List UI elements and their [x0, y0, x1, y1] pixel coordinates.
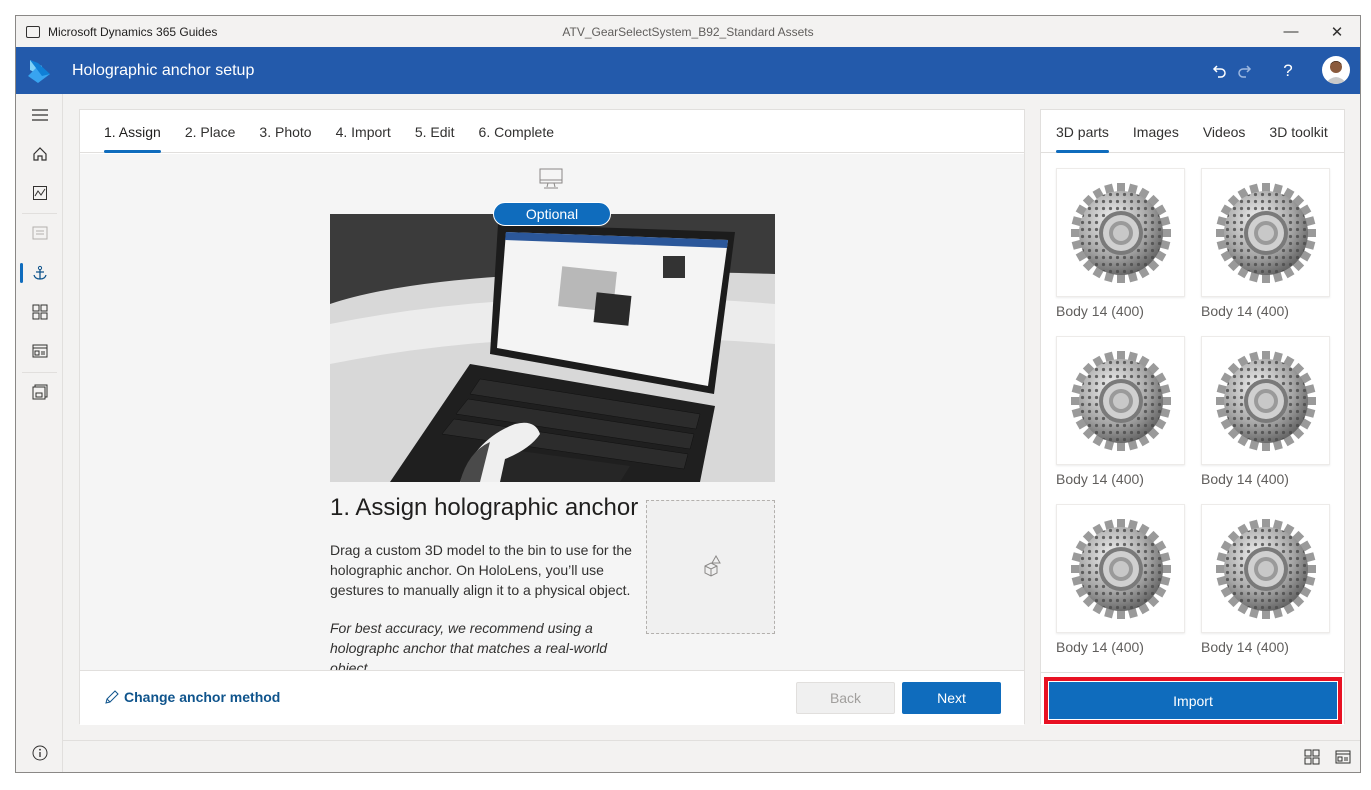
tab-photo[interactable]: 3. Photo [259, 110, 311, 153]
anchor-drop-bin[interactable] [646, 500, 775, 634]
accuracy-tip: For best accuracy, we recommend using a … [330, 620, 608, 676]
gear-icon [1070, 518, 1171, 619]
tab-3d-parts[interactable]: 3D parts [1056, 110, 1109, 153]
user-avatar[interactable] [1322, 56, 1350, 84]
3d-object-icon [704, 554, 721, 577]
asset-label: Body 14 (400) [1056, 471, 1144, 487]
asset-label: Body 14 (400) [1201, 303, 1289, 319]
asset-tile[interactable]: Body 14 (400) [1056, 168, 1185, 319]
step-tabs: 1. Assign 2. Place 3. Photo 4. Import 5.… [80, 110, 1024, 153]
redo-icon[interactable] [1230, 47, 1260, 94]
gear-icon [1215, 518, 1316, 619]
app-window-icon [26, 25, 40, 38]
import-button[interactable]: Import [1049, 682, 1337, 719]
grid-view-icon[interactable] [1304, 749, 1320, 770]
pencil-icon [105, 689, 119, 704]
outline-icon [16, 214, 63, 252]
asset-label: Body 14 (400) [1056, 303, 1144, 319]
gear-thumbnail [1201, 336, 1330, 465]
title-bar: Microsoft Dynamics 365 Guides ATV_GearSe… [16, 16, 1360, 47]
asset-tile[interactable]: Body 14 (400) [1201, 336, 1330, 487]
asset-tile[interactable]: Body 14 (400) [1056, 504, 1185, 655]
laptop-illustration [330, 214, 775, 482]
step-heading: 1. Assign holographic anchor [330, 494, 639, 521]
tab-3d-toolkit[interactable]: 3D toolkit [1269, 110, 1327, 153]
gear-icon [1215, 182, 1316, 283]
gear-thumbnail [1056, 336, 1185, 465]
steps-grid-icon[interactable] [16, 293, 63, 331]
gear-icon [1070, 182, 1171, 283]
help-button[interactable]: ? [1273, 47, 1303, 94]
asset-label: Body 14 (400) [1201, 471, 1289, 487]
tab-videos[interactable]: Videos [1203, 110, 1246, 153]
asset-tabs: 3D parts Images Videos 3D toolkit [1041, 110, 1344, 153]
left-nav-rail [16, 94, 63, 772]
menu-icon[interactable] [16, 96, 63, 134]
analytics-icon[interactable] [16, 174, 63, 212]
page-title: Holographic anchor setup [72, 61, 255, 79]
minimize-button[interactable]: — [1268, 16, 1314, 47]
asset-tile[interactable]: Body 14 (400) [1056, 336, 1185, 487]
gear-icon [1215, 350, 1316, 451]
tab-import[interactable]: 4. Import [336, 110, 391, 153]
gear-thumbnail [1201, 504, 1330, 633]
pc-monitor-icon [539, 168, 563, 195]
asset-tile[interactable]: Body 14 (400) [1201, 168, 1330, 319]
status-bar [63, 740, 1360, 772]
asset-label: Body 14 (400) [1201, 639, 1289, 655]
step-content: Optional 1. Assign holographic anchor Dr… [80, 154, 1024, 676]
next-button[interactable]: Next [902, 682, 1001, 714]
home-icon[interactable] [16, 135, 63, 173]
tab-complete[interactable]: 6. Complete [479, 110, 554, 153]
anchor-icon[interactable] [16, 254, 63, 292]
card-footer: Change anchor method Back Next [80, 670, 1024, 725]
tab-place[interactable]: 2. Place [185, 110, 236, 153]
gear-thumbnail [1056, 504, 1185, 633]
tab-edit[interactable]: 5. Edit [415, 110, 455, 153]
document-title: ATV_GearSelectSystem_B92_Standard Assets [562, 24, 814, 39]
app-window: Microsoft Dynamics 365 Guides ATV_GearSe… [15, 15, 1361, 773]
asset-label: Body 14 (400) [1056, 639, 1144, 655]
import-area: Import [1041, 672, 1344, 725]
app-header: Holographic anchor setup ? [16, 47, 1360, 94]
tab-assign[interactable]: 1. Assign [104, 110, 161, 153]
close-button[interactable]: ✕ [1314, 16, 1360, 47]
step-description: Drag a custom 3D model to the bin to use… [330, 542, 632, 598]
app-name: Microsoft Dynamics 365 Guides [48, 24, 218, 39]
change-anchor-method-label: Change anchor method [124, 689, 281, 705]
info-icon[interactable] [16, 734, 63, 772]
layout-icon[interactable] [16, 332, 63, 370]
change-anchor-method-link[interactable]: Change anchor method [104, 689, 280, 705]
back-button[interactable]: Back [796, 682, 895, 714]
gear-thumbnail [1056, 168, 1185, 297]
save-icon[interactable] [16, 373, 63, 411]
gear-icon [1070, 350, 1171, 451]
dynamics-logo-icon [16, 47, 62, 94]
anchor-setup-card: 1. Assign 2. Place 3. Photo 4. Import 5.… [79, 109, 1025, 725]
gear-thumbnail [1201, 168, 1330, 297]
asset-tile[interactable]: Body 14 (400) [1201, 504, 1330, 655]
asset-panel: 3D parts Images Videos 3D toolkit Body 1… [1040, 109, 1345, 725]
layout-view-icon[interactable] [1335, 749, 1351, 770]
tab-images[interactable]: Images [1133, 110, 1179, 153]
optional-badge: Optional [493, 202, 611, 226]
